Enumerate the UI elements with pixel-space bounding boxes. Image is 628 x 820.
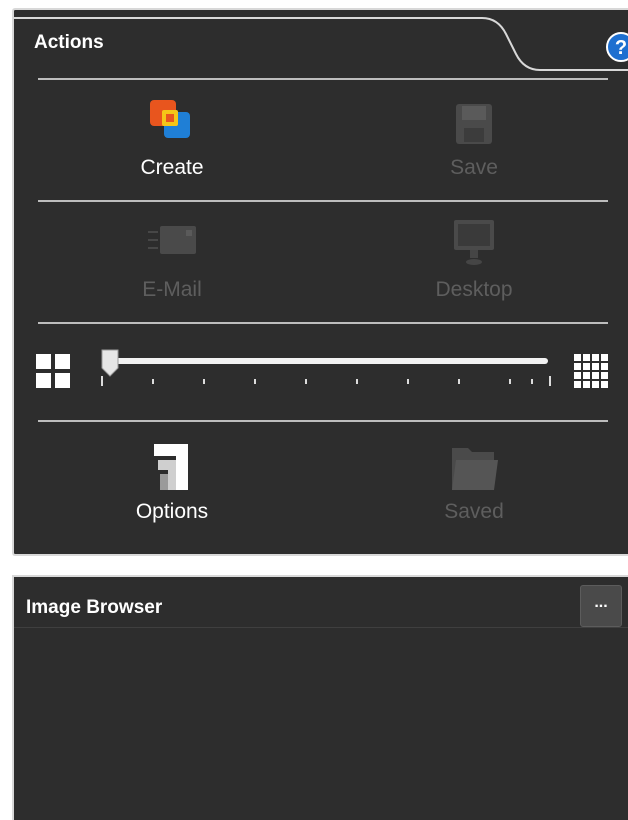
panel-tab-outline: [14, 17, 628, 71]
desktop-icon: [454, 220, 494, 265]
more-options-button[interactable]: ...: [580, 585, 622, 627]
saved-button[interactable]: Saved: [404, 440, 544, 540]
app-frame: Actions ? Create Save E-Mail Desktop Opt…: [0, 0, 628, 820]
image-browser-header: Image Browser ...: [14, 577, 628, 628]
desktop-button[interactable]: Desktop: [404, 218, 544, 318]
saved-folder-icon: [452, 448, 498, 490]
actions-title: Actions: [34, 32, 104, 53]
options-icon: [154, 444, 188, 490]
divider: [38, 78, 608, 80]
create-icon: [150, 100, 190, 138]
divider: [38, 322, 608, 324]
window-edge: [0, 0, 10, 820]
save-label: Save: [450, 156, 498, 179]
grid-small-icon[interactable]: [34, 352, 72, 390]
thumbnail-size-slider-track[interactable]: [106, 358, 548, 364]
save-icon: [456, 104, 492, 144]
slider-ticks: [101, 376, 551, 386]
saved-label: Saved: [444, 500, 504, 523]
image-browser-title: Image Browser: [26, 597, 163, 618]
image-browser-panel: Image Browser ...: [12, 575, 628, 820]
create-label: Create: [140, 156, 204, 179]
options-label: Options: [135, 500, 209, 523]
divider: [38, 200, 608, 202]
save-button[interactable]: Save: [404, 96, 544, 196]
email-button[interactable]: E-Mail: [102, 218, 242, 318]
thumbnail-size-slider-thumb[interactable]: [100, 348, 120, 378]
options-button[interactable]: Options: [102, 440, 242, 540]
email-label: E-Mail: [142, 278, 202, 301]
email-icon: [148, 226, 196, 254]
create-button[interactable]: Create: [102, 96, 242, 196]
desktop-label: Desktop: [435, 278, 513, 301]
divider: [38, 420, 608, 422]
svg-text:?: ?: [615, 37, 627, 59]
help-icon[interactable]: ?: [606, 32, 628, 62]
grid-large-icon[interactable]: [572, 352, 612, 392]
